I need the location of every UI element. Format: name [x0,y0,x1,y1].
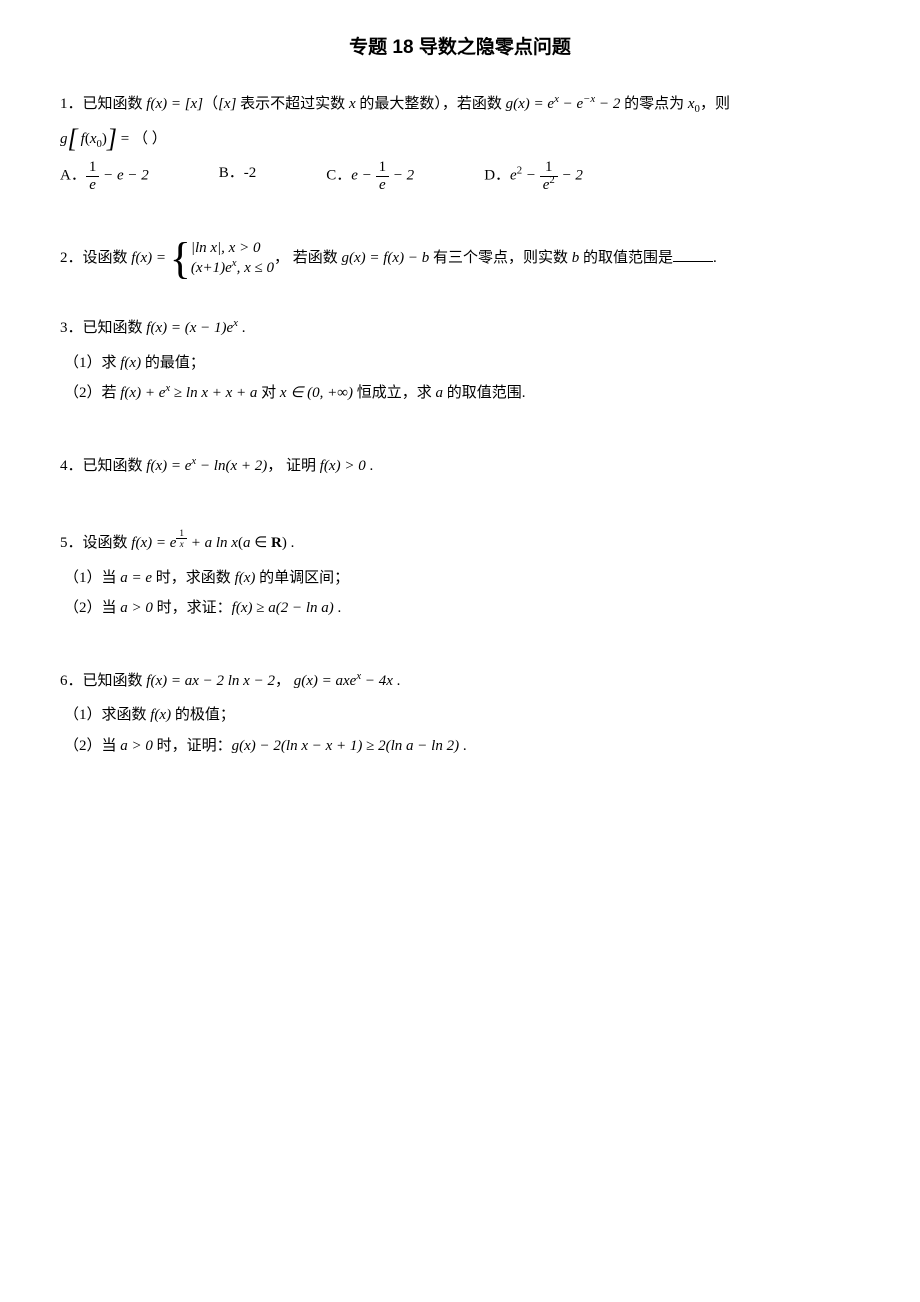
expr: f(x) = [131,250,169,266]
text: 有三个零点，则实数 [429,250,572,266]
expr: g[ f(x0)] = （ ） [60,131,167,147]
text: . [287,535,295,551]
text: ， 若函数 [274,250,342,266]
text: . [238,320,246,336]
text: 的取值范围是 [579,250,673,266]
expr: g(x) = f(x) − b [341,250,429,266]
text: 设函数 [83,250,132,266]
expr: f(x) = ex − ln(x + 2) [146,458,267,474]
problem-1: 1．已知函数 f(x) = [x]（[x] 表示不超过实数 x 的最大整数），若… [60,90,860,119]
page-title: 专题 18 导数之隐零点问题 [60,30,860,66]
expr: f(x) = ax − 2 ln x − 2 [146,673,275,689]
problem-5: 5．设函数 f(x) = e1x + a ln x(a ∈ R) . [60,528,860,558]
text: 的零点为 [620,96,688,112]
option-d: D．e2 − 1e2 − 2 [484,159,583,193]
problem-4: 4．已知函数 f(x) = ex − ln(x + 2)， 证明 f(x) > … [60,452,860,481]
expr: f(x) = e1x + a ln x [131,535,238,551]
option-b: B．-2 [219,159,257,193]
text: 的最大整数），若函数 [356,96,506,112]
num: 5． [60,535,83,551]
text: 已知函数 [83,458,147,474]
text: . [366,458,374,474]
text: 设函数 [83,535,132,551]
problem-5-sub2: （2）当 a > 0 时，求证：f(x) ≥ a(2 − ln a) . [64,594,860,623]
text: ， 证明 [267,458,320,474]
text: ，则 [700,96,730,112]
problem-3: 3．已知函数 f(x) = (x − 1)ex . [60,314,860,343]
num: 4． [60,458,83,474]
text: ， [275,673,294,689]
text: 已知函数 [83,320,147,336]
piecewise: |ln x|, x > 0 (x+1)ex, x ≤ 0 [191,239,274,278]
option-c: C．e − 1e − 2 [326,159,414,193]
options: A．1e − e − 2 B．-2 C．e − 1e − 2 D．e2 − 1e… [60,159,860,193]
text: . [713,250,717,266]
expr: f(x) = (x − 1)ex [146,320,238,336]
var: x [349,96,356,112]
expr: f(x) = [x] [146,96,203,112]
num: 2． [60,250,83,266]
problem-6: 6．已知函数 f(x) = ax − 2 ln x − 2， g(x) = ax… [60,667,860,696]
text: （ [203,96,218,112]
problem-1-line2: g[ f(x0)] = （ ） [60,125,860,154]
expr: [x] [218,96,236,112]
text: . [393,673,401,689]
var: x0 [688,96,700,112]
blank-fill [673,246,713,262]
expr: f(x) > 0 [320,458,366,474]
text: 已知函数 [83,96,147,112]
text: 表示不超过实数 [236,96,349,112]
num: 3． [60,320,83,336]
text: 已知函数 [83,673,147,689]
expr: g(x) = ex − e−x − 2 [506,96,621,112]
problem-6-sub1: （1）求函数 f(x) 的极值； [64,701,860,730]
problem-5-sub1: （1）当 a = e 时，求函数 f(x) 的单调区间； [64,564,860,593]
problem-6-sub2: （2）当 a > 0 时，证明：g(x) − 2(ln x − x + 1) ≥… [64,732,860,761]
expr: g(x) = axex − 4x [294,673,393,689]
num: 6． [60,673,83,689]
problem-3-sub2: （2）若 f(x) + ex ≥ ln x + x + a 对 x ∈ (0, … [64,379,860,408]
option-a: A．1e − e − 2 [60,159,149,193]
num: 1． [60,96,83,112]
problem-3-sub1: （1）求 f(x) 的最值； [64,349,860,378]
problem-2: 2．设函数 f(x) = { |ln x|, x > 0 (x+1)ex, x … [60,239,860,278]
